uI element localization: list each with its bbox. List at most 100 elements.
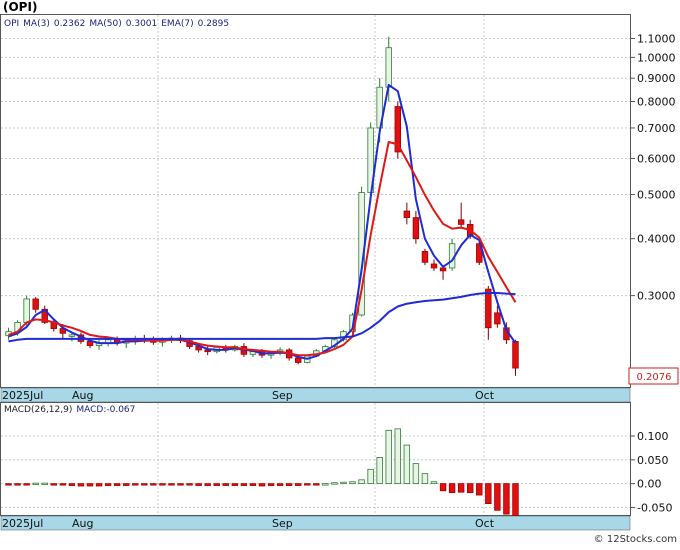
- x-axis-label: Oct: [475, 389, 495, 402]
- legend-entry: 0.3001: [126, 19, 158, 29]
- legend-entry: MA(50): [89, 19, 121, 29]
- macd-bar: [457, 483, 465, 493]
- x-axis-label: 2025Jul: [2, 517, 43, 530]
- macd-bar: [467, 483, 474, 494]
- macd-bar: [295, 483, 302, 486]
- macd-bar: [186, 483, 193, 486]
- macd-bar: [213, 483, 220, 486]
- macd-tick-label: 0.050: [637, 454, 669, 467]
- macd-bar: [68, 483, 76, 486]
- price-panel-frame: [0, 14, 631, 388]
- macd-bar: [41, 482, 48, 486]
- macd-bar: [421, 473, 429, 485]
- macd-bar: [222, 483, 229, 486]
- macd-bar: [385, 429, 392, 485]
- price-tick-label: 0.3000: [637, 290, 676, 303]
- price-tick-label: 0.7000: [637, 122, 676, 135]
- candle-body: [68, 334, 76, 337]
- candle-body: [494, 312, 501, 325]
- macd-bar: [104, 483, 112, 486]
- legend-entry: EMA(7): [161, 19, 193, 29]
- macd-bar: [258, 483, 266, 487]
- legend-entry: MACD:-0.067: [76, 405, 135, 415]
- macd-y-axis: 0.100 0.050 0.00 -0.050: [630, 430, 672, 514]
- legend-entry: 0.2362: [54, 19, 86, 29]
- macd-bar: [267, 483, 275, 486]
- candle-body: [421, 251, 429, 263]
- macd-bar: [32, 482, 39, 486]
- last-price-label: 0.2076: [637, 372, 672, 383]
- legend-entry: OPI: [4, 19, 19, 29]
- macd-bar: [132, 483, 139, 486]
- macd-bar: [439, 483, 447, 492]
- price-tick-label: 0.4000: [637, 233, 676, 246]
- macd-tick-label: 0.100: [637, 430, 669, 443]
- macd-bar: [448, 483, 456, 494]
- macd-date-axis-band: [0, 515, 631, 531]
- legend-entry: MACD(26,12,9): [4, 405, 72, 415]
- price-tick-label: 0.5000: [637, 189, 676, 202]
- chart-canvas: 1.1000 1.0000 0.9000 0.8000 0.7000 0.6000 0.50…: [0, 0, 679, 545]
- macd-bar: [5, 483, 12, 486]
- macd-bar: [240, 483, 248, 486]
- macd-bar: [14, 483, 21, 486]
- macd-bar: [159, 483, 166, 486]
- macd-bar: [168, 483, 175, 486]
- macd-bar: [204, 483, 211, 486]
- x-axis-label: Aug: [72, 517, 93, 530]
- candle-body: [512, 341, 519, 369]
- macd-bar: [304, 483, 311, 486]
- macd-bar: [494, 483, 501, 511]
- macd-bar: [249, 483, 257, 486]
- macd-bar: [430, 481, 438, 485]
- macd-bar: [512, 483, 519, 516]
- candle-body: [385, 47, 392, 88]
- macd-panel-frame: [0, 402, 631, 516]
- price-tick-label: 0.6000: [637, 152, 676, 165]
- x-axis-label: 2025Jul: [2, 389, 43, 402]
- macd-bar: [113, 483, 121, 486]
- macd-bar: [403, 444, 411, 485]
- macd-bar: [77, 483, 85, 487]
- chart-title: (OPI): [3, 0, 37, 14]
- macd-bar: [340, 481, 347, 485]
- x-axis-label: Sep: [272, 389, 293, 402]
- macd-bar: [23, 483, 30, 486]
- price-y-axis: 1.1000 1.0000 0.9000 0.8000 0.7000 0.6000 0.50…: [630, 33, 676, 303]
- macd-bar: [276, 483, 284, 486]
- macd-bar: [141, 483, 148, 486]
- macd-bar: [358, 479, 365, 485]
- x-axis-label: Oct: [475, 517, 495, 530]
- macd-bar: [476, 483, 483, 496]
- macd-bar: [150, 483, 157, 486]
- macd-bar: [231, 483, 239, 486]
- price-tick-label: 1.0000: [637, 51, 676, 64]
- candle-body: [23, 298, 30, 323]
- candle-body: [430, 263, 438, 269]
- macd-bar: [485, 483, 492, 505]
- candle-body: [485, 288, 492, 329]
- macd-bar: [195, 483, 202, 486]
- macd-bar: [331, 482, 338, 485]
- macd-bar: [394, 428, 401, 485]
- candle-body: [295, 357, 302, 363]
- macd-bar: [123, 483, 130, 486]
- macd-bar: [322, 483, 329, 486]
- macd-bar: [177, 483, 184, 486]
- legend-entry: MA(3): [23, 19, 50, 29]
- macd-bar: [349, 481, 356, 485]
- candle-body: [412, 217, 420, 240]
- macd-bar: [313, 483, 320, 486]
- stock-chart: 1.1000 1.0000 0.9000 0.8000 0.7000 0.6000 0.50…: [0, 0, 680, 546]
- price-tick-label: 0.8000: [637, 96, 676, 109]
- price-tick-label: 1.1000: [637, 33, 676, 46]
- macd-bar: [503, 483, 510, 515]
- copyright-text: © 12Stocks.com: [594, 534, 677, 545]
- candle-body: [439, 267, 447, 272]
- macd-bar: [95, 483, 103, 487]
- candle-body: [403, 210, 411, 218]
- candle-body: [457, 219, 465, 225]
- x-axis-label: Sep: [272, 517, 293, 530]
- macd-bar: [59, 483, 67, 486]
- macd-bar: [86, 483, 94, 487]
